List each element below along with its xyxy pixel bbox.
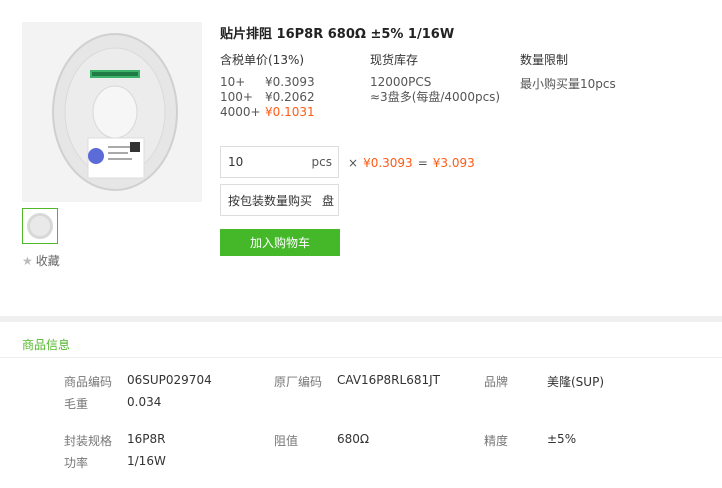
- tier-price: ¥0.2062: [265, 90, 315, 104]
- info-section-title: 商品信息: [22, 338, 71, 352]
- tier-quantity: 10+: [220, 75, 246, 89]
- star-icon: ★: [22, 253, 33, 268]
- attr-label: 原厂编码: [274, 375, 323, 389]
- thumbnail-reel-image: [27, 213, 53, 239]
- price-tier: 100+ ¥0.2062: [220, 90, 315, 105]
- info-divider: [0, 357, 722, 358]
- quantity-field: pcs: [220, 146, 339, 178]
- attr-value: 1/16W: [127, 454, 166, 468]
- attr-value: ±5%: [547, 432, 577, 446]
- attr-value: 680Ω: [337, 432, 370, 446]
- package-label: 按包装数量购买: [228, 193, 313, 208]
- attr-value: 0.034: [127, 395, 162, 409]
- price-tier: 4000+ ¥0.1031: [220, 105, 315, 120]
- attr-label: 阻值: [274, 434, 299, 448]
- equals-sign: =: [417, 156, 428, 170]
- product-panel: ★ 收藏 贴片排阻 16P8R 680Ω ±5% 1/16W 含税单价(13%)…: [0, 0, 722, 316]
- price-header: 含税单价(13%): [220, 53, 305, 67]
- attr-mfr-code-value: CAV16P8RL681JT: [337, 373, 440, 387]
- attr-value: 06SUP029704: [127, 373, 212, 387]
- limit-header: 数量限制: [520, 53, 569, 67]
- attr-value: 16P8R: [127, 432, 166, 446]
- favorite-label: 收藏: [35, 254, 60, 268]
- add-to-cart-button[interactable]: 加入购物车: [220, 229, 340, 256]
- tape-reel-image: [52, 33, 178, 191]
- attr-power: 功率: [64, 454, 88, 471]
- attr-label: 品牌: [484, 375, 509, 389]
- attr-resistance-value: 680Ω: [337, 432, 369, 446]
- attr-label: 封装规格: [64, 434, 113, 448]
- attr-tolerance-value: ±5%: [547, 432, 576, 446]
- product-title: 贴片排阻 16P8R 680Ω ±5% 1/16W: [220, 27, 455, 42]
- section-divider: [0, 316, 722, 322]
- package-purchase-field[interactable]: 按包装数量购买 盘: [220, 184, 339, 216]
- stock-quantity: 12000PCS: [370, 75, 432, 89]
- stock-reels: ≈3盘多(每盘/4000pcs): [370, 90, 501, 104]
- price-calculation: × ¥0.3093 = ¥3.093: [348, 156, 475, 170]
- package-unit: 盘: [321, 193, 334, 208]
- attr-brand-value: 美隆(SUP): [547, 373, 604, 390]
- product-thumbnail[interactable]: [22, 208, 58, 244]
- attr-resistance: 阻值: [274, 432, 298, 449]
- tier-quantity: 4000+: [220, 105, 261, 119]
- attr-mfr-code: 原厂编码: [274, 373, 322, 390]
- quantity-input[interactable]: [221, 147, 301, 177]
- times-sign: ×: [348, 156, 359, 170]
- attr-label: 商品编码: [64, 375, 113, 389]
- attr-label: 功率: [64, 456, 89, 470]
- purchase-limit: 最小购买量10pcs: [520, 77, 616, 91]
- attr-weight: 毛重: [64, 395, 88, 412]
- stock-header: 现货库存: [370, 53, 419, 67]
- attr-value: CAV16P8RL681JT: [337, 373, 440, 387]
- attr-value: 美隆(SUP): [547, 375, 605, 389]
- attr-label: 精度: [484, 434, 509, 448]
- attr-label: 毛重: [64, 397, 89, 411]
- stock-info: 12000PCS ≈3盘多(每盘/4000pcs): [370, 75, 500, 105]
- attr-brand: 品牌: [484, 373, 508, 390]
- product-main-image: [22, 22, 202, 202]
- price-tiers: 10+ ¥0.3093 100+ ¥0.2062 4000+ ¥0.1031: [220, 75, 315, 120]
- tier-price: ¥0.3093: [265, 75, 315, 89]
- quantity-unit: pcs: [311, 155, 332, 169]
- favorite-button[interactable]: ★ 收藏: [22, 252, 60, 269]
- attr-product-code-value: 06SUP029704: [127, 373, 212, 387]
- attr-tolerance: 精度: [484, 432, 508, 449]
- attr-package: 封装规格: [64, 432, 112, 449]
- calc-total: ¥3.093: [432, 156, 475, 170]
- tier-price-highlight: ¥0.1031: [265, 105, 315, 119]
- attr-package-value: 16P8R: [127, 432, 165, 446]
- tier-quantity: 100+: [220, 90, 253, 104]
- attr-power-value: 1/16W: [127, 454, 166, 468]
- price-tier: 10+ ¥0.3093: [220, 75, 315, 90]
- calc-unit-price: ¥0.3093: [363, 156, 413, 170]
- attr-product-code: 商品编码: [64, 373, 112, 390]
- attr-weight-value: 0.034: [127, 395, 161, 409]
